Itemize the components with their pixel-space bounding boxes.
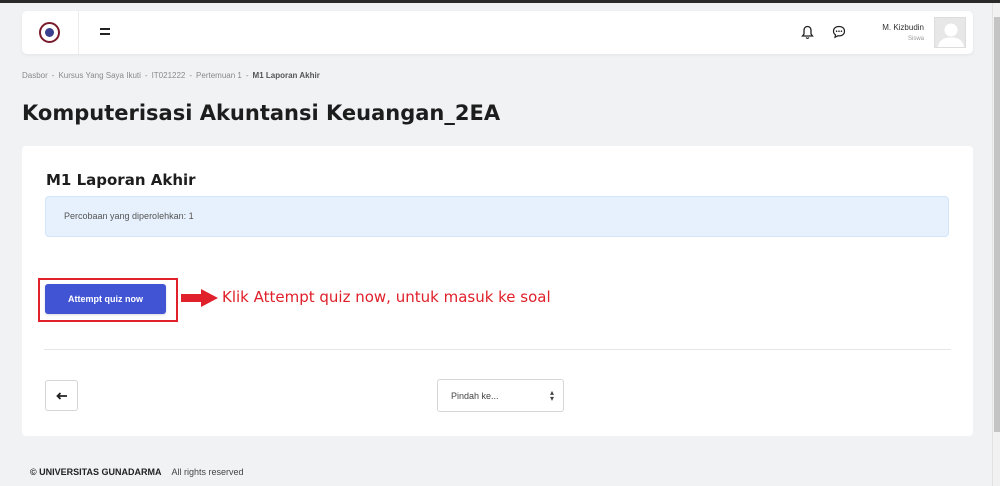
breadcrumb-current: M1 Laporan Akhir (252, 71, 320, 80)
university-logo[interactable] (39, 22, 60, 43)
breadcrumb-separator: - (51, 71, 55, 80)
arrow-left-icon (55, 391, 67, 400)
browser-top-strip (0, 0, 1000, 3)
page-title: Komputerisasi Akuntansi Keuangan_2EA (22, 101, 501, 125)
page-scrollbar[interactable] (992, 3, 1000, 486)
back-button[interactable] (45, 380, 78, 411)
jump-to-select[interactable]: Pindah ke... ▴ ▾ (437, 379, 564, 412)
quiz-title: M1 Laporan Akhir (46, 171, 196, 189)
footer: © UNIVERSITAS GUNADARMA All rights reserv… (30, 467, 244, 477)
avatar[interactable] (934, 17, 966, 48)
jump-to-placeholder: Pindah ke... (451, 391, 499, 401)
footer-copyright: © UNIVERSITAS GUNADARMA (30, 467, 162, 477)
breadcrumb-separator: - (245, 71, 249, 80)
user-avatar-icon (938, 23, 964, 47)
breadcrumb-item-course-code[interactable]: IT021222 (152, 71, 186, 80)
instruction-annotation: Klik Attempt quiz now, untuk masuk ke so… (222, 288, 551, 306)
attempt-quiz-button[interactable]: Attempt quiz now (45, 284, 166, 314)
sort-caret-icon: ▴ ▾ (549, 388, 554, 403)
user-role: Siswa (907, 36, 924, 42)
quiz-card: M1 Laporan Akhir Percobaan yang diperole… (22, 146, 973, 436)
breadcrumb-item-kursus[interactable]: Kursus Yang Saya Ikuti (58, 71, 140, 80)
breadcrumb-separator: - (189, 71, 193, 80)
red-arrow-icon (181, 289, 218, 307)
attempts-allowed-text: Percobaan yang diperolehkan: 1 (64, 211, 194, 221)
footer-rights: All rights reserved (171, 467, 244, 477)
quiz-info-box: Percobaan yang diperolehkan: 1 (45, 196, 949, 237)
top-navbar: M. Kizbudin Siswa (22, 11, 973, 54)
divider (44, 349, 951, 350)
user-name[interactable]: M. Kizbudin (842, 23, 924, 32)
breadcrumb-separator: - (144, 71, 148, 80)
breadcrumb-item-pertemuan[interactable]: Pertemuan 1 (196, 71, 242, 80)
navbar-divider (78, 11, 79, 54)
breadcrumb: Dasbor - Kursus Yang Saya Ikuti - IT021222- P… (22, 71, 320, 80)
bell-icon[interactable] (801, 25, 814, 40)
menu-toggle-icon[interactable] (100, 28, 110, 36)
breadcrumb-item-dasbor[interactable]: Dasbor (22, 71, 48, 80)
scrollbar-thumb[interactable] (994, 17, 1000, 432)
